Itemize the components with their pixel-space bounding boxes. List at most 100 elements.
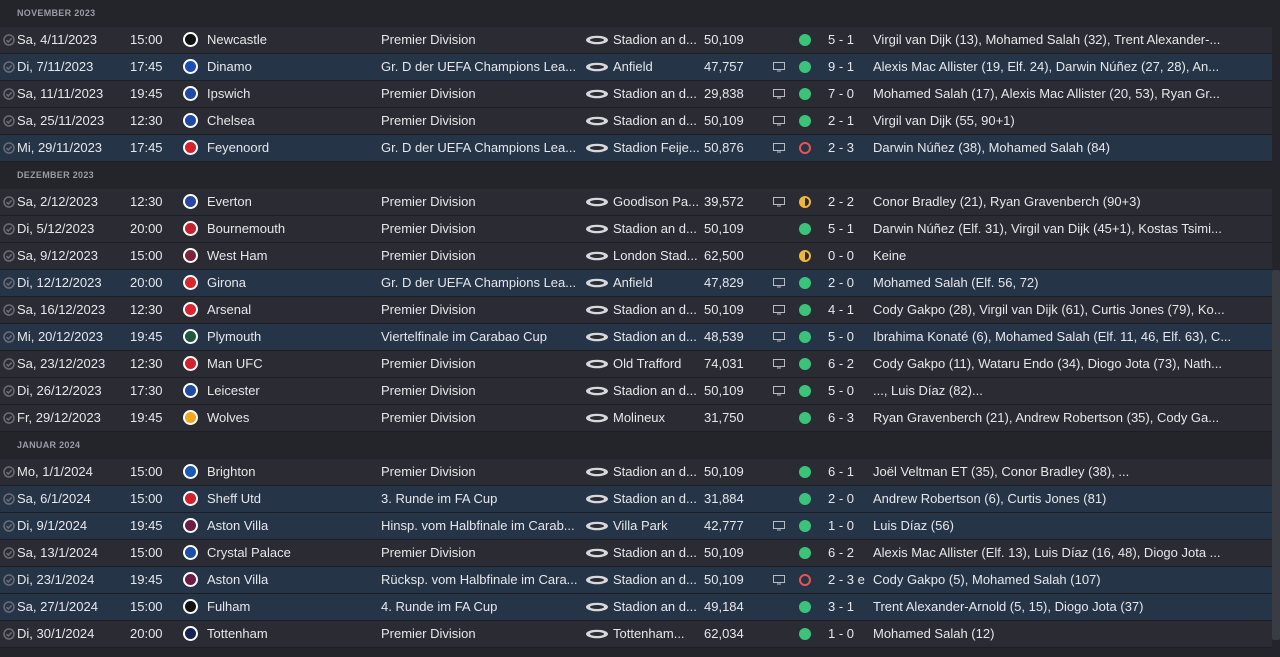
competition-name[interactable]: 4. Runde im FA Cup xyxy=(381,594,581,620)
bournemouth-crest-icon[interactable] xyxy=(181,216,201,242)
match-date[interactable]: Sa, 25/11/2023 xyxy=(17,108,127,134)
stadium-name[interactable]: London Stad... xyxy=(613,243,701,269)
girona-crest-icon[interactable] xyxy=(181,270,201,296)
stadium-name[interactable]: Tottenham... xyxy=(613,621,701,647)
match-score[interactable]: 0 - 0 xyxy=(828,243,868,269)
match-score[interactable]: 4 - 1 xyxy=(828,297,868,323)
opponent-name[interactable]: Brighton xyxy=(207,459,377,485)
everton-crest-icon[interactable] xyxy=(181,189,201,215)
ipswich-crest-icon[interactable] xyxy=(181,81,201,107)
wolves-crest-icon[interactable] xyxy=(181,405,201,431)
brighton-crest-icon[interactable] xyxy=(181,459,201,485)
competition-name[interactable]: Premier Division xyxy=(381,216,581,242)
match-date[interactable]: Di, 30/1/2024 xyxy=(17,621,127,647)
stadium-name[interactable]: Stadion an d... xyxy=(613,81,701,107)
match-date[interactable]: Sa, 9/12/2023 xyxy=(17,243,127,269)
competition-name[interactable]: Premier Division xyxy=(381,621,581,647)
match-score[interactable]: 2 - 0 xyxy=(828,486,868,512)
competition-name[interactable]: Premier Division xyxy=(381,189,581,215)
stadium-name[interactable]: Stadion an d... xyxy=(613,324,701,350)
opponent-name[interactable]: Chelsea xyxy=(207,108,377,134)
opponent-name[interactable]: Feyenoord xyxy=(207,135,377,161)
opponent-name[interactable]: Dinamo xyxy=(207,54,377,80)
opponent-name[interactable]: Sheff Utd xyxy=(207,486,377,512)
stadium-name[interactable]: Stadion an d... xyxy=(613,216,701,242)
match-date[interactable]: Sa, 4/11/2023 xyxy=(17,27,127,53)
match-score[interactable]: 5 - 0 xyxy=(828,378,868,404)
match-date[interactable]: Di, 23/1/2024 xyxy=(17,567,127,593)
scrollbar[interactable] xyxy=(1272,270,1280,640)
stadium-name[interactable]: Stadion an d... xyxy=(613,108,701,134)
opponent-name[interactable]: Newcastle xyxy=(207,27,377,53)
competition-name[interactable]: Hinsp. vom Halbfinale im Carab... xyxy=(381,513,581,539)
competition-name[interactable]: Gr. D der UEFA Champions Lea... xyxy=(381,135,581,161)
opponent-name[interactable]: Aston Villa xyxy=(207,513,377,539)
match-row[interactable]: Sa, 27/1/2024 15:00 Fulham 4. Runde im FA C… xyxy=(0,594,1272,621)
opponent-name[interactable]: Girona xyxy=(207,270,377,296)
match-date[interactable]: Sa, 23/12/2023 xyxy=(17,351,127,377)
opponent-name[interactable]: Bournemouth xyxy=(207,216,377,242)
competition-name[interactable]: Premier Division xyxy=(381,405,581,431)
competition-name[interactable]: Premier Division xyxy=(381,351,581,377)
match-row[interactable]: Sa, 16/12/2023 12:30 Arsenal Premier Divisi… xyxy=(0,297,1272,324)
match-score[interactable]: 2 - 1 xyxy=(828,108,868,134)
match-date[interactable]: Sa, 11/11/2023 xyxy=(17,81,127,107)
competition-name[interactable]: Premier Division xyxy=(381,81,581,107)
competition-name[interactable]: Premier Division xyxy=(381,378,581,404)
tottenham-crest-icon[interactable] xyxy=(181,621,201,647)
stadium-name[interactable]: Stadion an d... xyxy=(613,297,701,323)
match-row[interactable]: Mo, 1/1/2024 15:00 Brighton Premier Divisio… xyxy=(0,459,1272,486)
match-score[interactable]: 7 - 0 xyxy=(828,81,868,107)
match-date[interactable]: Di, 12/12/2023 xyxy=(17,270,127,296)
match-score[interactable]: 6 - 2 xyxy=(828,540,868,566)
competition-name[interactable]: 3. Runde im FA Cup xyxy=(381,486,581,512)
competition-name[interactable]: Premier Division xyxy=(381,459,581,485)
match-date[interactable]: Fr, 29/12/2023 xyxy=(17,405,127,431)
stadium-name[interactable]: Villa Park xyxy=(613,513,701,539)
match-row[interactable]: Mi, 20/12/2023 19:45 Plymouth Viertelfinale… xyxy=(0,324,1272,351)
chelsea-crest-icon[interactable] xyxy=(181,108,201,134)
match-row[interactable]: Sa, 25/11/2023 12:30 Chelsea Premier Divisi… xyxy=(0,108,1272,135)
competition-name[interactable]: Premier Division xyxy=(381,108,581,134)
match-date[interactable]: Sa, 16/12/2023 xyxy=(17,297,127,323)
competition-name[interactable]: Premier Division xyxy=(381,540,581,566)
match-score[interactable]: 3 - 1 xyxy=(828,594,868,620)
westham-crest-icon[interactable] xyxy=(181,243,201,269)
stadium-name[interactable]: Stadion an d... xyxy=(613,567,701,593)
stadium-name[interactable]: Stadion an d... xyxy=(613,378,701,404)
competition-name[interactable]: Premier Division xyxy=(381,297,581,323)
competition-name[interactable]: Premier Division xyxy=(381,27,581,53)
opponent-name[interactable]: Aston Villa xyxy=(207,567,377,593)
stadium-name[interactable]: Stadion an d... xyxy=(613,594,701,620)
match-row[interactable]: Sa, 11/11/2023 19:45 Ipswich Premier Divisi… xyxy=(0,81,1272,108)
fulham-crest-icon[interactable] xyxy=(181,594,201,620)
crystalpalace-crest-icon[interactable] xyxy=(181,540,201,566)
sheffutd-crest-icon[interactable] xyxy=(181,486,201,512)
competition-name[interactable]: Viertelfinale im Carabao Cup xyxy=(381,324,581,350)
match-date[interactable]: Sa, 27/1/2024 xyxy=(17,594,127,620)
match-score[interactable]: 6 - 3 xyxy=(828,405,868,431)
opponent-name[interactable]: Leicester xyxy=(207,378,377,404)
stadium-name[interactable]: Anfield xyxy=(613,54,701,80)
stadium-name[interactable]: Stadion an d... xyxy=(613,459,701,485)
match-row[interactable]: Sa, 13/1/2024 15:00 Crystal Palace Premier … xyxy=(0,540,1272,567)
opponent-name[interactable]: Arsenal xyxy=(207,297,377,323)
match-date[interactable]: Di, 26/12/2023 xyxy=(17,378,127,404)
stadium-name[interactable]: Stadion an d... xyxy=(613,486,701,512)
match-row[interactable]: Di, 12/12/2023 20:00 Girona Gr. D der UEFA … xyxy=(0,270,1272,297)
match-row[interactable]: Mi, 29/11/2023 17:45 Feyenoord Gr. D der UE… xyxy=(0,135,1272,162)
match-date[interactable]: Sa, 2/12/2023 xyxy=(17,189,127,215)
competition-name[interactable]: Premier Division xyxy=(381,243,581,269)
competition-name[interactable]: Gr. D der UEFA Champions Lea... xyxy=(381,270,581,296)
match-row[interactable]: Di, 7/11/2023 17:45 Dinamo Gr. D der UEFA C… xyxy=(0,54,1272,81)
match-date[interactable]: Sa, 6/1/2024 xyxy=(17,486,127,512)
match-row[interactable]: Di, 26/12/2023 17:30 Leicester Premier Divi… xyxy=(0,378,1272,405)
stadium-name[interactable]: Stadion Feije... xyxy=(613,135,701,161)
manutd-crest-icon[interactable] xyxy=(181,351,201,377)
match-score[interactable]: 2 - 3 xyxy=(828,135,868,161)
match-row[interactable]: Sa, 6/1/2024 15:00 Sheff Utd 3. Runde im FA… xyxy=(0,486,1272,513)
match-date[interactable]: Di, 7/11/2023 xyxy=(17,54,127,80)
astonvilla-crest-icon[interactable] xyxy=(181,513,201,539)
match-row[interactable]: Fr, 29/12/2023 19:45 Wolves Premier Divisio… xyxy=(0,405,1272,432)
match-date[interactable]: Mo, 1/1/2024 xyxy=(17,459,127,485)
